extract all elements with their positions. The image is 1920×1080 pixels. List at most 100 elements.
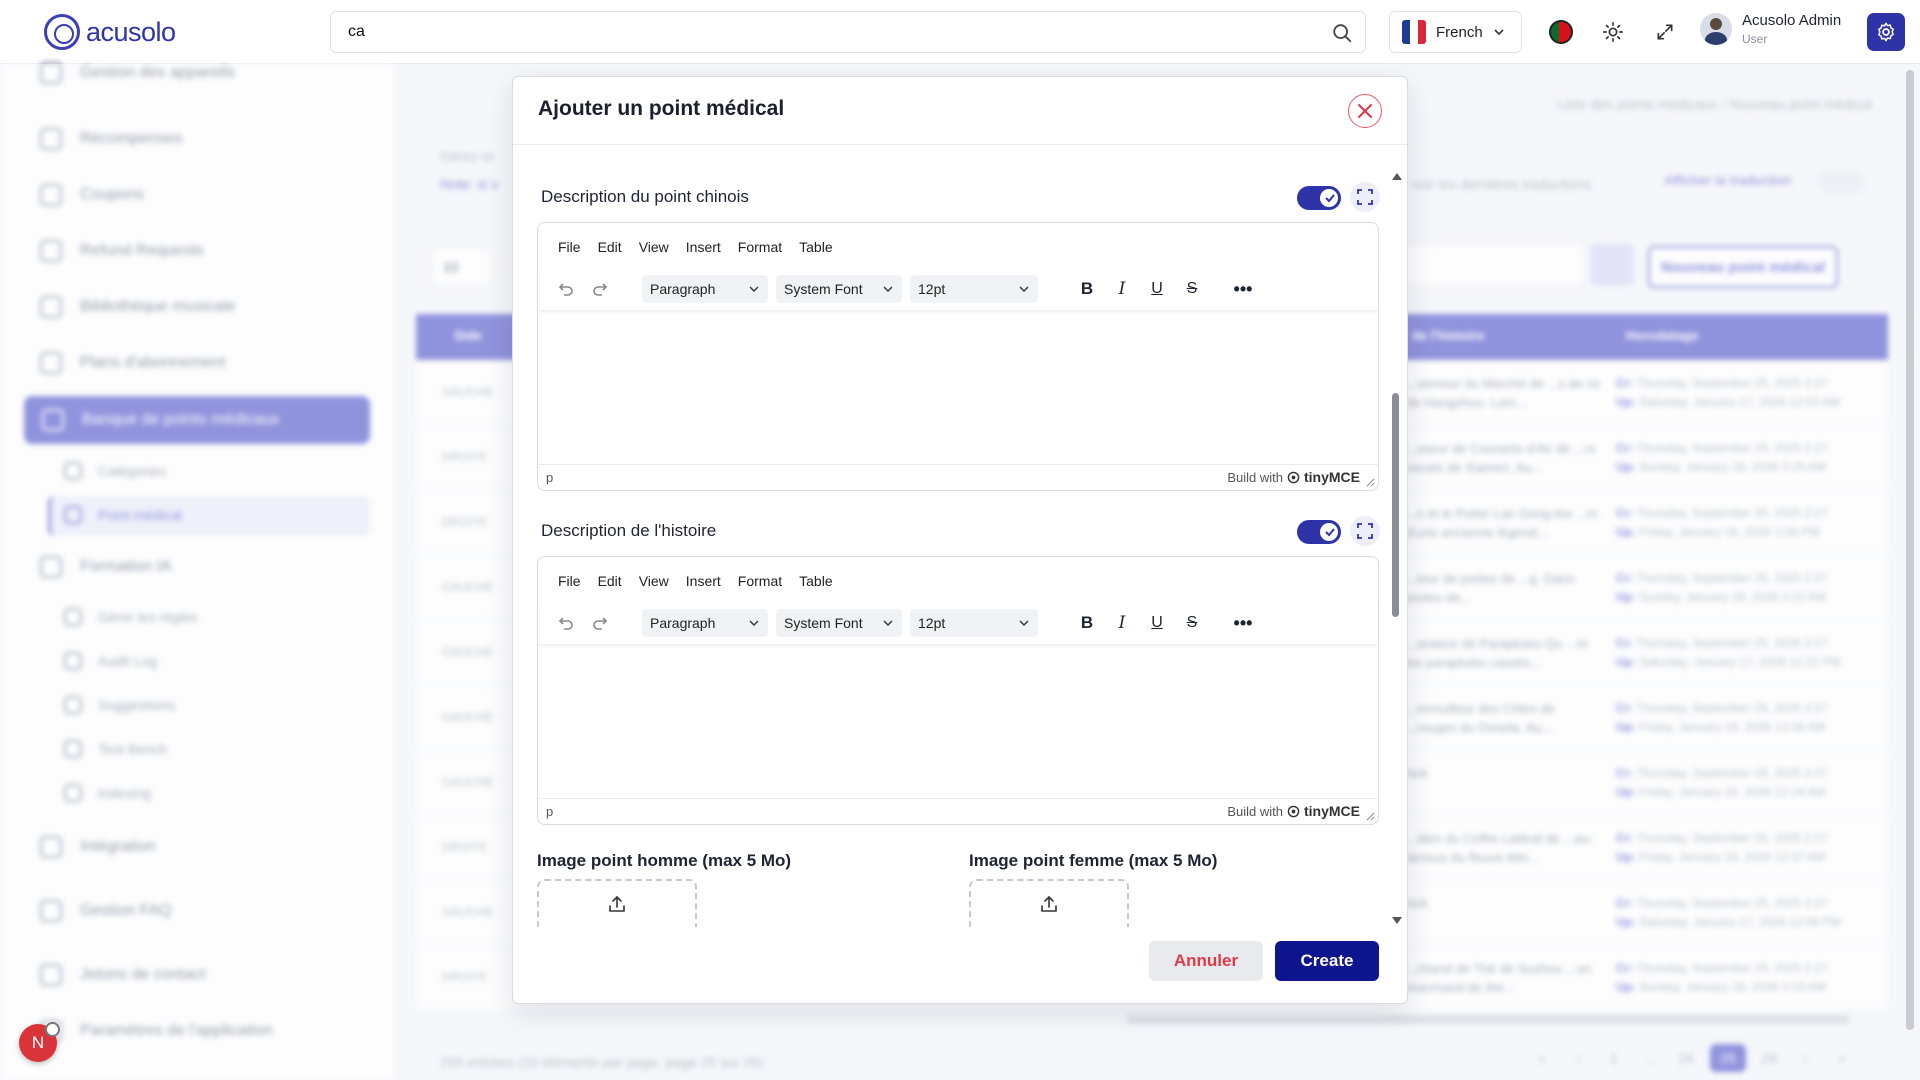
brand-name: tinyMCE xyxy=(1304,469,1360,485)
element-path[interactable]: p xyxy=(546,470,553,485)
user-name: Acusolo Admin xyxy=(1742,12,1842,29)
bold-icon: B xyxy=(1080,613,1094,632)
chevron-down-icon xyxy=(1494,29,1504,36)
resize-handle-icon[interactable] xyxy=(1366,812,1375,821)
font-size-select[interactable]: 12pt xyxy=(910,609,1038,637)
element-path[interactable]: p xyxy=(546,804,553,819)
story-description-toggle[interactable] xyxy=(1297,520,1341,544)
build-with-text: Build with xyxy=(1227,803,1283,819)
bold-button[interactable]: B xyxy=(1076,612,1098,634)
language-label: French xyxy=(1436,23,1483,41)
story-expand-button[interactable] xyxy=(1350,516,1380,546)
menu-edit[interactable]: Edit xyxy=(598,239,622,255)
italic-button[interactable]: I xyxy=(1111,612,1133,634)
block-format-select[interactable]: Paragraph xyxy=(642,609,768,637)
menu-table[interactable]: Table xyxy=(799,573,832,589)
menu-view[interactable]: View xyxy=(639,239,669,255)
tinymce-logo-icon xyxy=(1287,471,1300,483)
fullscreen-icon xyxy=(1357,523,1373,539)
close-button[interactable] xyxy=(1348,94,1382,128)
fullscreen-button[interactable] xyxy=(1650,17,1680,47)
modal-scrollbar-thumb[interactable] xyxy=(1392,393,1399,617)
upload-icon xyxy=(1041,895,1057,912)
menu-format[interactable]: Format xyxy=(738,239,782,255)
undo-button[interactable] xyxy=(554,278,576,300)
redo-icon xyxy=(593,283,608,296)
menu-file[interactable]: File xyxy=(558,239,581,255)
editor-statusbar: p Build with tinyMCE xyxy=(538,464,1378,490)
female-image-upload[interactable] xyxy=(969,879,1129,927)
male-image-upload[interactable] xyxy=(537,879,697,927)
editor-content-area[interactable] xyxy=(538,313,1378,463)
undo-icon xyxy=(558,617,573,630)
more-button[interactable]: ••• xyxy=(1232,278,1254,300)
undo-button[interactable] xyxy=(554,612,576,634)
resize-handle-icon[interactable] xyxy=(1366,478,1375,487)
strikethrough-icon: S xyxy=(1186,614,1198,631)
menu-format[interactable]: Format xyxy=(738,573,782,589)
italic-icon: I xyxy=(1118,279,1126,299)
story-description-label: Description de l'histoire xyxy=(541,521,717,540)
brand-name: tinyMCE xyxy=(1304,803,1360,819)
bold-button[interactable]: B xyxy=(1076,278,1098,300)
language-select[interactable]: French xyxy=(1389,11,1522,53)
check-icon xyxy=(1325,194,1335,203)
undo-icon xyxy=(558,283,573,296)
notification-badge[interactable]: N xyxy=(19,1022,60,1062)
redo-button[interactable] xyxy=(590,278,612,300)
fullscreen-icon xyxy=(1357,189,1373,205)
italic-button[interactable]: I xyxy=(1111,278,1133,300)
search-input[interactable]: ca xyxy=(330,11,1366,53)
top-bar: acusolo ca French Acusolo Admin User xyxy=(0,0,1920,64)
strikethrough-button[interactable]: S xyxy=(1181,278,1203,300)
menu-table[interactable]: Table xyxy=(799,239,832,255)
modal-scroll-down-arrow[interactable] xyxy=(1392,917,1402,924)
menu-edit[interactable]: Edit xyxy=(598,573,622,589)
underline-button[interactable]: U xyxy=(1146,278,1168,300)
female-image-label: Image point femme (max 5 Mo) xyxy=(969,851,1218,870)
tinymce-brand[interactable]: Build with tinyMCE xyxy=(1227,469,1360,485)
more-button[interactable]: ••• xyxy=(1232,612,1254,634)
more-icon: ••• xyxy=(1233,612,1253,633)
block-format-value: Paragraph xyxy=(650,615,716,631)
portugal-flag-icon[interactable] xyxy=(1546,17,1576,47)
underline-icon: U xyxy=(1151,614,1163,631)
male-image-label: Image point homme (max 5 Mo) xyxy=(537,851,792,870)
gear-icon xyxy=(1878,22,1894,42)
chinese-point-expand-button[interactable] xyxy=(1350,182,1380,212)
underline-button[interactable]: U xyxy=(1146,612,1168,634)
strikethrough-button[interactable]: S xyxy=(1181,612,1203,634)
redo-button[interactable] xyxy=(590,612,612,634)
logo-text: acusolo xyxy=(86,16,176,47)
editor-toolbar: Paragraph System Font 12pt B I U S ••• xyxy=(538,267,1378,311)
modal-header: Ajouter un point médical xyxy=(513,77,1407,145)
editor-content-area[interactable] xyxy=(538,647,1378,797)
font-size-select[interactable]: 12pt xyxy=(910,275,1038,303)
avatar xyxy=(1700,13,1732,45)
menu-insert[interactable]: Insert xyxy=(686,573,721,589)
page-scrollbar[interactable] xyxy=(1906,70,1914,1030)
menu-insert[interactable]: Insert xyxy=(686,239,721,255)
editor-menubar: File Edit View Insert Format Table xyxy=(558,573,833,589)
create-button[interactable]: Create xyxy=(1275,941,1379,981)
block-format-select[interactable]: Paragraph xyxy=(642,275,768,303)
chinese-point-editor: File Edit View Insert Format Table Parag… xyxy=(537,222,1379,491)
user-menu[interactable]: Acusolo Admin User xyxy=(1700,12,1841,46)
chevron-down-icon xyxy=(1019,620,1029,626)
logo[interactable]: acusolo xyxy=(44,14,176,50)
expand-icon xyxy=(1657,24,1673,40)
menu-view[interactable]: View xyxy=(639,573,669,589)
font-family-select[interactable]: System Font xyxy=(776,609,902,637)
logo-icon xyxy=(44,14,80,50)
theme-toggle-button[interactable] xyxy=(1598,17,1628,47)
modal-scroll-up-arrow[interactable] xyxy=(1392,173,1402,180)
settings-button[interactable] xyxy=(1867,13,1905,51)
chinese-point-description-toggle[interactable] xyxy=(1297,186,1341,210)
tinymce-brand[interactable]: Build with tinyMCE xyxy=(1227,803,1360,819)
search-icon[interactable] xyxy=(1331,22,1353,44)
cancel-button[interactable]: Annuler xyxy=(1149,941,1263,981)
check-icon xyxy=(1325,528,1335,537)
menu-file[interactable]: File xyxy=(558,573,581,589)
font-family-select[interactable]: System Font xyxy=(776,275,902,303)
build-with-text: Build with xyxy=(1227,469,1283,485)
